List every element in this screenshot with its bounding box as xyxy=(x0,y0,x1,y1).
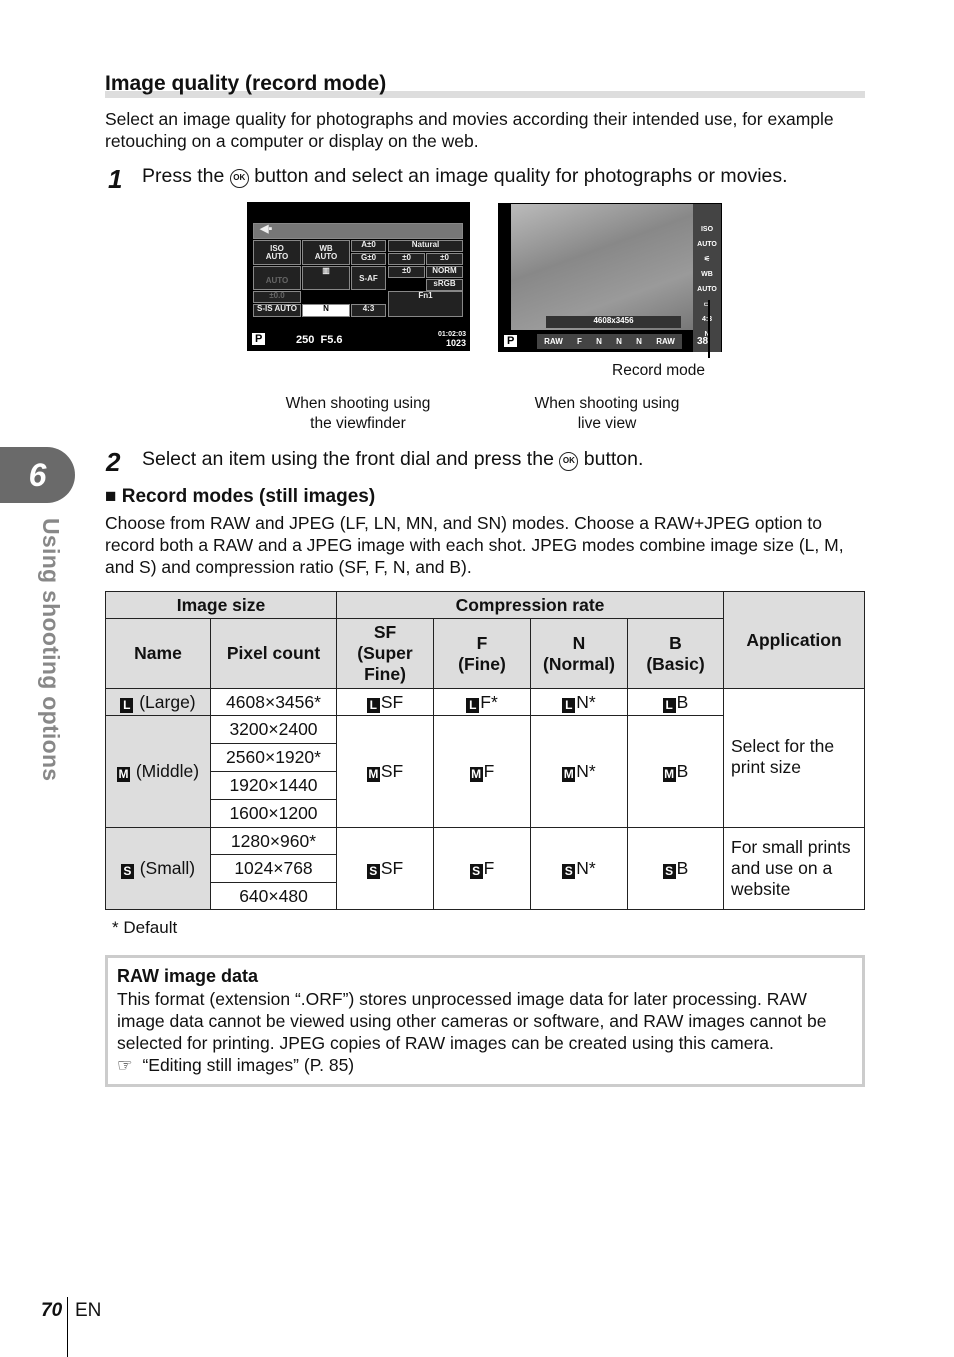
chapter-label: Using shooting options xyxy=(38,518,64,782)
liveview-screen: ISO AUTO ⚟ WB AUTO ▭ 4:3 N 4608x3456 P RAW F N N… xyxy=(498,203,722,352)
reference-link[interactable]: ☞ “Editing still images” (P. 85) xyxy=(117,1054,853,1076)
step-number: 2 xyxy=(106,447,121,477)
chapter-tab: 6 xyxy=(0,447,75,503)
footer-divider xyxy=(67,1297,68,1357)
record-modes-table: Image size Compression rate Application Na… xyxy=(105,591,865,910)
page-title: Image quality (record mode) xyxy=(105,72,387,95)
raw-box-title: RAW image data xyxy=(117,966,259,986)
page-number: 70 xyxy=(41,1300,63,1321)
record-modes-text: Choose from RAW and JPEG (LF, LN, MN, an… xyxy=(105,513,844,577)
step2-text: Select an item using the front dial and … xyxy=(142,448,644,471)
ok-button-icon: OK xyxy=(559,452,579,471)
table-row: L (Large) 4608×3456* L SF L F* L N* LB Sele… xyxy=(105,688,865,828)
language: EN xyxy=(75,1300,102,1321)
ok-button-icon: OK xyxy=(229,169,249,188)
viewfinder-caption: When shooting using the viewfinder xyxy=(285,395,431,432)
intro: Select an image quality for photographs … xyxy=(105,109,834,151)
record-mode-caption: Record mode xyxy=(612,362,706,379)
liveview-caption: When shooting using live view xyxy=(534,395,680,432)
table-row: S (Small) 1280×960* S SF SF S N* SB For sm… xyxy=(105,827,865,910)
record-modes-heading: ■ Record modes (still images) xyxy=(105,486,376,507)
raw-info-box: RAW image data This format (extension “.… xyxy=(105,955,865,1087)
reference-hand-icon: ☞ xyxy=(117,1055,133,1075)
callout-line xyxy=(708,300,710,358)
viewfinder-screen: ◀▪ ISO AUTO WB AUTO A±0 G±0 Natural ±0 ±0 … xyxy=(247,202,470,351)
footnote: * Default xyxy=(112,918,178,937)
step-number: 1 xyxy=(108,164,123,194)
sample-photo xyxy=(511,204,693,330)
step1-text: Press the OK button and select an image … xyxy=(142,165,788,188)
